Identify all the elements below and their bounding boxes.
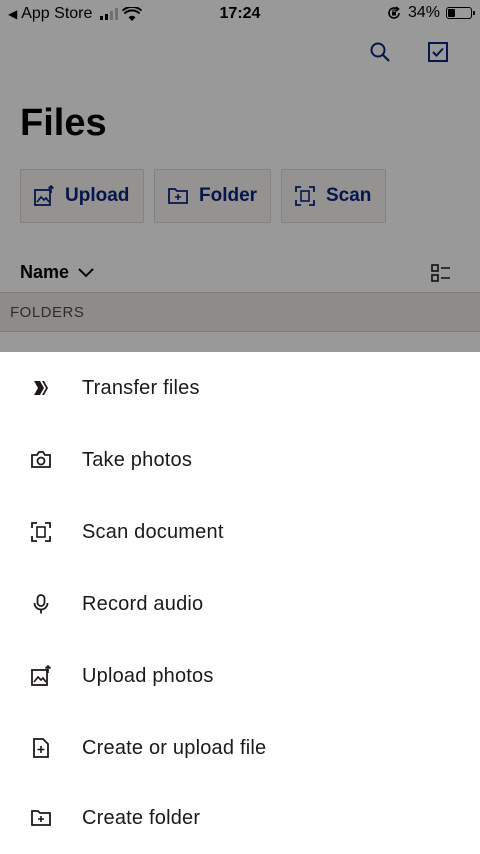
sheet-item-label: Transfer files [82,376,200,399]
sheet-item-transfer-files[interactable]: Transfer files [0,352,480,424]
sheet-item-record-audio[interactable]: Record audio [0,568,480,640]
sheet-item-label: Create folder [82,806,201,829]
sheet-item-create-folder[interactable]: Create folder [0,782,480,854]
sheet-item-scan-document[interactable]: Scan document [0,496,480,568]
sheet-backdrop[interactable] [0,0,480,352]
folder-plus-icon [28,805,54,831]
sheet-item-label: Take photos [82,448,193,471]
sheet-item-upload-photos[interactable]: Upload photos [0,640,480,712]
sheet-item-take-photos[interactable]: Take photos [0,424,480,496]
camera-icon [28,447,54,473]
microphone-icon [28,591,54,617]
upload-photo-icon [28,663,54,689]
create-action-sheet: Transfer files Take photos Scan document [0,352,480,854]
sheet-item-label: Scan document [82,520,224,543]
file-plus-icon [28,735,54,761]
sheet-item-create-or-upload-file[interactable]: Create or upload file [0,712,480,784]
transfer-icon [28,375,54,401]
sheet-item-label: Record audio [82,592,204,615]
sheet-item-label: Create or upload file [82,736,267,759]
sheet-item-label: Upload photos [82,664,214,687]
scan-icon [28,519,54,545]
